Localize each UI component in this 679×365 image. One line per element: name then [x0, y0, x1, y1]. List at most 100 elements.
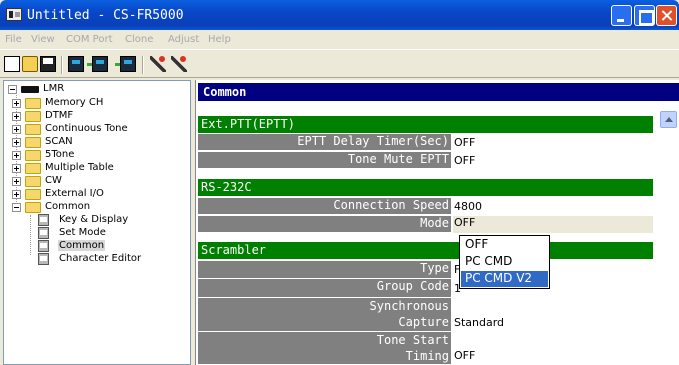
title-bar: Untitled - CS-FR5000: [0, 0, 679, 30]
tree-item-scan[interactable]: SCAN: [12, 136, 187, 149]
tree-item-multiple-table[interactable]: Multiple Table: [12, 162, 187, 175]
tree-item-label: Key & Display: [59, 214, 129, 225]
menu-help[interactable]: Help: [208, 34, 231, 45]
tree-item-memory-ch[interactable]: Memory CH: [12, 97, 187, 110]
help-pointer-icon[interactable]: [171, 56, 187, 72]
value-tone-mute-eptt[interactable]: OFF: [453, 154, 653, 170]
maximize-button[interactable]: [634, 5, 655, 26]
toolbar-separator: [61, 56, 63, 74]
adjust-tool-icon[interactable]: [150, 56, 166, 72]
tree-item-label: LMR: [43, 83, 65, 94]
value-synchronous-capture[interactable]: Standard: [453, 316, 653, 332]
open-folder-icon[interactable]: [22, 56, 38, 72]
label-group-code: Group Code: [198, 279, 451, 298]
tree-item-label: Character Editor: [59, 253, 142, 264]
menu-view[interactable]: View: [31, 34, 55, 45]
label-eptt-delay-timer: EPTT Delay Timer(Sec): [198, 134, 451, 151]
tree-item-cw[interactable]: CW: [12, 175, 187, 188]
menu-adjust[interactable]: Adjust: [168, 34, 199, 45]
expand-icon[interactable]: [12, 177, 21, 186]
tree-item-label: Memory CH: [45, 97, 104, 108]
menu-file[interactable]: File: [5, 34, 22, 45]
label-line: Capture: [398, 315, 449, 329]
label-synchronous-capture: Synchronous Capture: [198, 298, 451, 332]
expand-icon[interactable]: [12, 164, 21, 173]
folder-icon: [25, 176, 41, 187]
expand-icon[interactable]: [12, 125, 21, 134]
toolbar: [0, 49, 679, 78]
value-eptt-delay-timer[interactable]: OFF: [453, 136, 653, 152]
section-header-scrambler: Scrambler: [198, 242, 653, 259]
scroll-up-arrow-icon[interactable]: [660, 111, 677, 128]
mode-select[interactable]: OFF: [453, 216, 653, 233]
value-tone-start-timing[interactable]: OFF: [453, 349, 653, 365]
dropdown-option-pc-cmd[interactable]: PC CMD: [461, 254, 548, 270]
dropdown-option-off[interactable]: OFF: [461, 237, 548, 253]
label-connection-speed: Connection Speed: [198, 198, 451, 215]
tree-item-label: External I/O: [45, 188, 104, 199]
tree-item-common[interactable]: Common: [28, 240, 186, 253]
app-icon: [6, 8, 22, 21]
tree-item-label: 5Tone: [45, 149, 75, 160]
document-icon: [38, 227, 49, 239]
expand-icon[interactable]: [12, 99, 21, 108]
write-radio-icon[interactable]: [87, 56, 108, 72]
value-connection-speed[interactable]: 4800: [453, 200, 653, 216]
tree-item-label: Multiple Table: [45, 162, 114, 173]
label-tone-mute-eptt: Tone Mute EPTT: [198, 152, 451, 169]
tree-item-label: DTMF: [45, 110, 74, 121]
tree-item-continuous-tone[interactable]: Continuous Tone: [12, 123, 187, 136]
dropdown-option-pc-cmd-v2[interactable]: PC CMD V2: [461, 271, 548, 287]
tree-item-5tone[interactable]: 5Tone: [12, 149, 187, 162]
tree-item-set-mode[interactable]: Set Mode: [28, 227, 186, 240]
clone-radio-icon[interactable]: [115, 56, 136, 72]
tree-item-label: Common: [58, 240, 106, 251]
document-icon: [38, 253, 49, 265]
section-header-rs232c: RS-232C: [198, 179, 653, 196]
tree-view: LMR Memory CH DTMF Continuous Tone SCAN …: [3, 80, 191, 365]
label-line: Tone Start: [376, 333, 449, 347]
label-mode: Mode: [198, 216, 451, 233]
tree-item-label: Continuous Tone: [45, 123, 128, 134]
tree-item-common-folder[interactable]: Common: [12, 201, 187, 214]
tree-item-label: SCAN: [45, 136, 73, 147]
save-icon[interactable]: [40, 56, 56, 72]
expand-icon[interactable]: [12, 138, 21, 147]
tree-item-character-editor[interactable]: Character Editor: [28, 253, 186, 266]
document-icon: [38, 240, 49, 252]
window-title: Untitled - CS-FR5000: [27, 8, 184, 23]
folder-icon: [25, 150, 41, 161]
tree-item-label: Set Mode: [59, 227, 106, 238]
tree-item-dtmf[interactable]: DTMF: [12, 110, 187, 123]
tree-item-label: Common: [45, 201, 91, 212]
settings-pane: Common Ext.PTT(EPTT) EPTT Delay Timer(Se…: [195, 80, 679, 365]
folder-icon: [25, 163, 41, 174]
read-radio-icon[interactable]: [68, 56, 84, 72]
label-line: Timing: [405, 349, 449, 363]
folder-open-icon: [25, 202, 41, 213]
mode-dropdown-list: OFF PC CMD PC CMD V2: [459, 235, 550, 289]
tree-item-key-display[interactable]: Key & Display: [28, 214, 186, 227]
collapse-icon[interactable]: [12, 203, 21, 212]
menu-bar: File View COM Port Clone Adjust Help: [0, 30, 679, 49]
section-header-ext-ptt: Ext.PTT(EPTT): [198, 116, 653, 133]
folder-icon: [25, 98, 41, 109]
new-file-icon[interactable]: [4, 56, 20, 72]
close-button[interactable]: [656, 5, 677, 26]
minimize-button[interactable]: [611, 5, 632, 26]
expand-icon[interactable]: [12, 190, 21, 199]
tree-item-label: CW: [45, 175, 62, 186]
radio-device-icon: [21, 86, 39, 93]
menu-clone[interactable]: Clone: [125, 34, 153, 45]
expand-icon[interactable]: [12, 112, 21, 121]
label-tone-start-timing: Tone Start Timing: [198, 332, 451, 365]
label-type: Type: [198, 261, 451, 279]
pane-title: Common: [198, 83, 679, 101]
expand-icon[interactable]: [12, 151, 21, 160]
menu-com-port[interactable]: COM Port: [66, 34, 112, 45]
document-icon: [38, 214, 49, 226]
collapse-icon[interactable]: [8, 85, 17, 94]
folder-icon: [25, 111, 41, 122]
tree-item-external-io[interactable]: External I/O: [12, 188, 187, 201]
tree-item-lmr[interactable]: LMR: [8, 83, 188, 96]
